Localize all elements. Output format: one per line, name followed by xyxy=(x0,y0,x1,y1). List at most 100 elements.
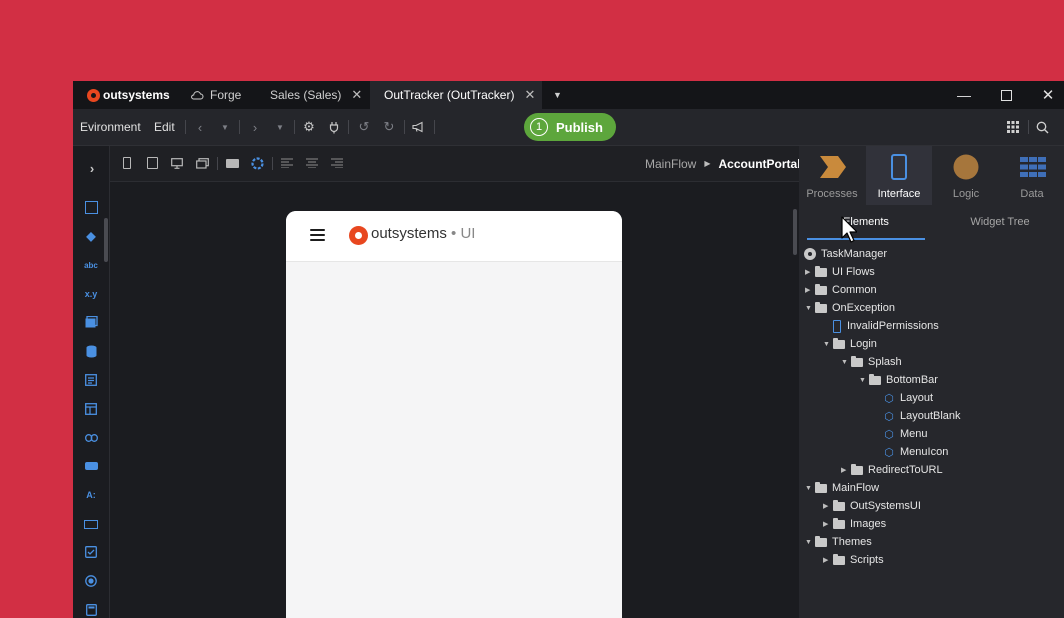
collapse-arrow-icon[interactable]: ▼ xyxy=(805,539,815,546)
tree-item[interactable]: ▼ Login xyxy=(823,335,877,353)
tree-item[interactable]: ▼ Splash xyxy=(841,353,902,371)
tree-item[interactable]: ▶ Scripts xyxy=(823,551,884,569)
undo-icon[interactable]: ↺ xyxy=(356,118,372,136)
close-window-icon[interactable]: ✕ xyxy=(1028,81,1064,109)
tree-item[interactable]: ▼ OnException xyxy=(805,299,895,317)
collapse-arrow-icon[interactable]: ▼ xyxy=(805,305,815,312)
toolbar-divider xyxy=(404,120,405,134)
hamburger-menu-icon[interactable] xyxy=(310,229,325,241)
collapse-arrow-icon[interactable]: ▼ xyxy=(823,341,833,348)
breadcrumb-screen[interactable]: AccountPortal xyxy=(719,157,801,171)
checkbox-widget-icon[interactable] xyxy=(83,544,99,560)
tree-item[interactable]: ⬡ Menu xyxy=(883,425,927,443)
device-preview[interactable]: outsystems • UI xyxy=(286,211,622,618)
tree-item[interactable]: ▼ MainFlow xyxy=(805,479,879,497)
calculator-widget-icon[interactable] xyxy=(83,602,99,618)
align-left-icon[interactable] xyxy=(280,156,294,170)
tree-item[interactable]: ▶ Images xyxy=(823,515,886,533)
expand-arrow-icon[interactable]: ▶ xyxy=(823,502,833,510)
tree-item[interactable]: ⬡ Layout xyxy=(883,389,933,407)
plug-icon[interactable] xyxy=(326,118,342,136)
collapse-arrow-icon[interactable]: ▼ xyxy=(859,377,869,384)
tree-item[interactable]: ▶ UI Flows xyxy=(805,263,875,281)
forward-icon[interactable]: › xyxy=(247,118,263,136)
environment-menu[interactable]: Evironment xyxy=(80,109,141,145)
megaphone-icon[interactable] xyxy=(411,118,427,136)
tab-logic[interactable]: Logic xyxy=(933,146,999,205)
expression-widget-icon[interactable]: x.y xyxy=(83,286,99,302)
close-icon[interactable]: ✕ xyxy=(351,87,362,103)
tab-processes[interactable]: Processes xyxy=(799,146,865,205)
tab-data[interactable]: Data xyxy=(999,146,1064,205)
subtab-elements[interactable]: Elements xyxy=(807,205,925,240)
radio-widget-icon[interactable] xyxy=(83,573,99,589)
tree-item[interactable]: ⬡ LayoutBlank xyxy=(883,407,960,425)
tree-item[interactable]: ▶ OutSystemsUI xyxy=(823,497,921,515)
canvas-scrollbar[interactable] xyxy=(793,209,797,255)
label-widget-icon[interactable]: A: xyxy=(83,487,99,503)
publish-button[interactable]: 1 Publish xyxy=(524,113,616,141)
tree-item[interactable]: ▶ Common xyxy=(805,281,877,299)
container-widget-icon[interactable] xyxy=(83,199,99,215)
collapse-arrow-icon[interactable]: ▼ xyxy=(841,359,851,366)
folder-open-icon xyxy=(815,535,827,547)
canvasbar-divider xyxy=(272,157,273,170)
form-widget-icon[interactable] xyxy=(83,372,99,388)
list-widget-icon[interactable] xyxy=(83,314,99,330)
expand-arrow-icon[interactable]: ▶ xyxy=(841,466,851,474)
module-icon xyxy=(804,248,816,260)
layout-icon[interactable] xyxy=(195,156,209,170)
tab-sales[interactable]: Sales (Sales) ✕ xyxy=(270,81,362,109)
tree-item[interactable]: ⬡ MenuIcon xyxy=(883,443,948,461)
subtab-widget-tree[interactable]: Widget Tree xyxy=(941,205,1059,238)
tree-item[interactable]: ▼ Themes xyxy=(805,533,872,551)
minimize-icon[interactable]: — xyxy=(944,81,984,109)
gear-icon[interactable]: ⚙ xyxy=(301,118,317,136)
grid-apps-icon[interactable] xyxy=(1005,118,1021,136)
brand-logo[interactable]: outsystems xyxy=(87,81,170,109)
maximize-icon[interactable] xyxy=(986,81,1026,109)
if-widget-icon[interactable]: ◆ xyxy=(83,228,99,244)
expand-arrow-icon[interactable]: ▶ xyxy=(805,286,815,294)
align-center-icon[interactable] xyxy=(305,156,319,170)
database-widget-icon[interactable] xyxy=(83,343,99,359)
text-widget-icon[interactable]: abc xyxy=(83,257,99,273)
tab-dropdown-icon[interactable]: ▼ xyxy=(553,81,562,109)
forward-history-dropdown-icon[interactable]: ▼ xyxy=(272,118,288,136)
back-history-dropdown-icon[interactable]: ▼ xyxy=(217,118,233,136)
close-icon[interactable]: ✕ xyxy=(524,87,535,103)
palette-scrollbar[interactable] xyxy=(104,218,108,262)
button-widget-icon[interactable] xyxy=(83,458,99,474)
expand-arrow-icon[interactable]: ▶ xyxy=(823,556,833,564)
input-widget-icon[interactable] xyxy=(83,516,99,532)
tab-forge[interactable]: Forge xyxy=(190,81,241,109)
back-icon[interactable]: ‹ xyxy=(192,118,208,136)
desktop-preview-icon[interactable] xyxy=(170,156,184,170)
tree-item[interactable]: InvalidPermissions xyxy=(823,317,939,335)
collapse-arrow-icon[interactable]: ▼ xyxy=(805,485,815,492)
tree-item[interactable]: ▶ RedirectToURL xyxy=(841,461,943,479)
folder-open-icon xyxy=(833,337,845,349)
theme-icon[interactable] xyxy=(250,156,264,170)
folder-icon xyxy=(833,499,845,511)
expand-palette-icon[interactable]: › xyxy=(84,160,100,176)
tablet-preview-icon[interactable] xyxy=(145,156,159,170)
outsystems-logo-icon xyxy=(87,88,100,102)
css-icon[interactable] xyxy=(225,156,239,170)
search-icon[interactable] xyxy=(1034,118,1050,136)
tab-outtracker[interactable]: OutTracker (OutTracker) ✕ xyxy=(370,81,542,109)
phone-preview-icon[interactable] xyxy=(120,156,134,170)
tab-interface[interactable]: Interface xyxy=(866,146,932,205)
table-widget-icon[interactable] xyxy=(83,401,99,417)
breadcrumb-flow[interactable]: MainFlow xyxy=(645,157,696,171)
screen-canvas[interactable]: outsystems • UI xyxy=(110,182,799,618)
tab-label: OutTracker (OutTracker) xyxy=(384,88,515,102)
link-widget-icon[interactable] xyxy=(83,430,99,446)
expand-arrow-icon[interactable]: ▶ xyxy=(823,520,833,528)
edit-menu[interactable]: Edit xyxy=(154,109,175,145)
align-right-icon[interactable] xyxy=(330,156,344,170)
tree-item[interactable]: ▼ BottomBar xyxy=(859,371,938,389)
expand-arrow-icon[interactable]: ▶ xyxy=(805,268,815,276)
tree-root[interactable]: TaskManager xyxy=(804,245,887,263)
redo-icon[interactable]: ↻ xyxy=(381,118,397,136)
